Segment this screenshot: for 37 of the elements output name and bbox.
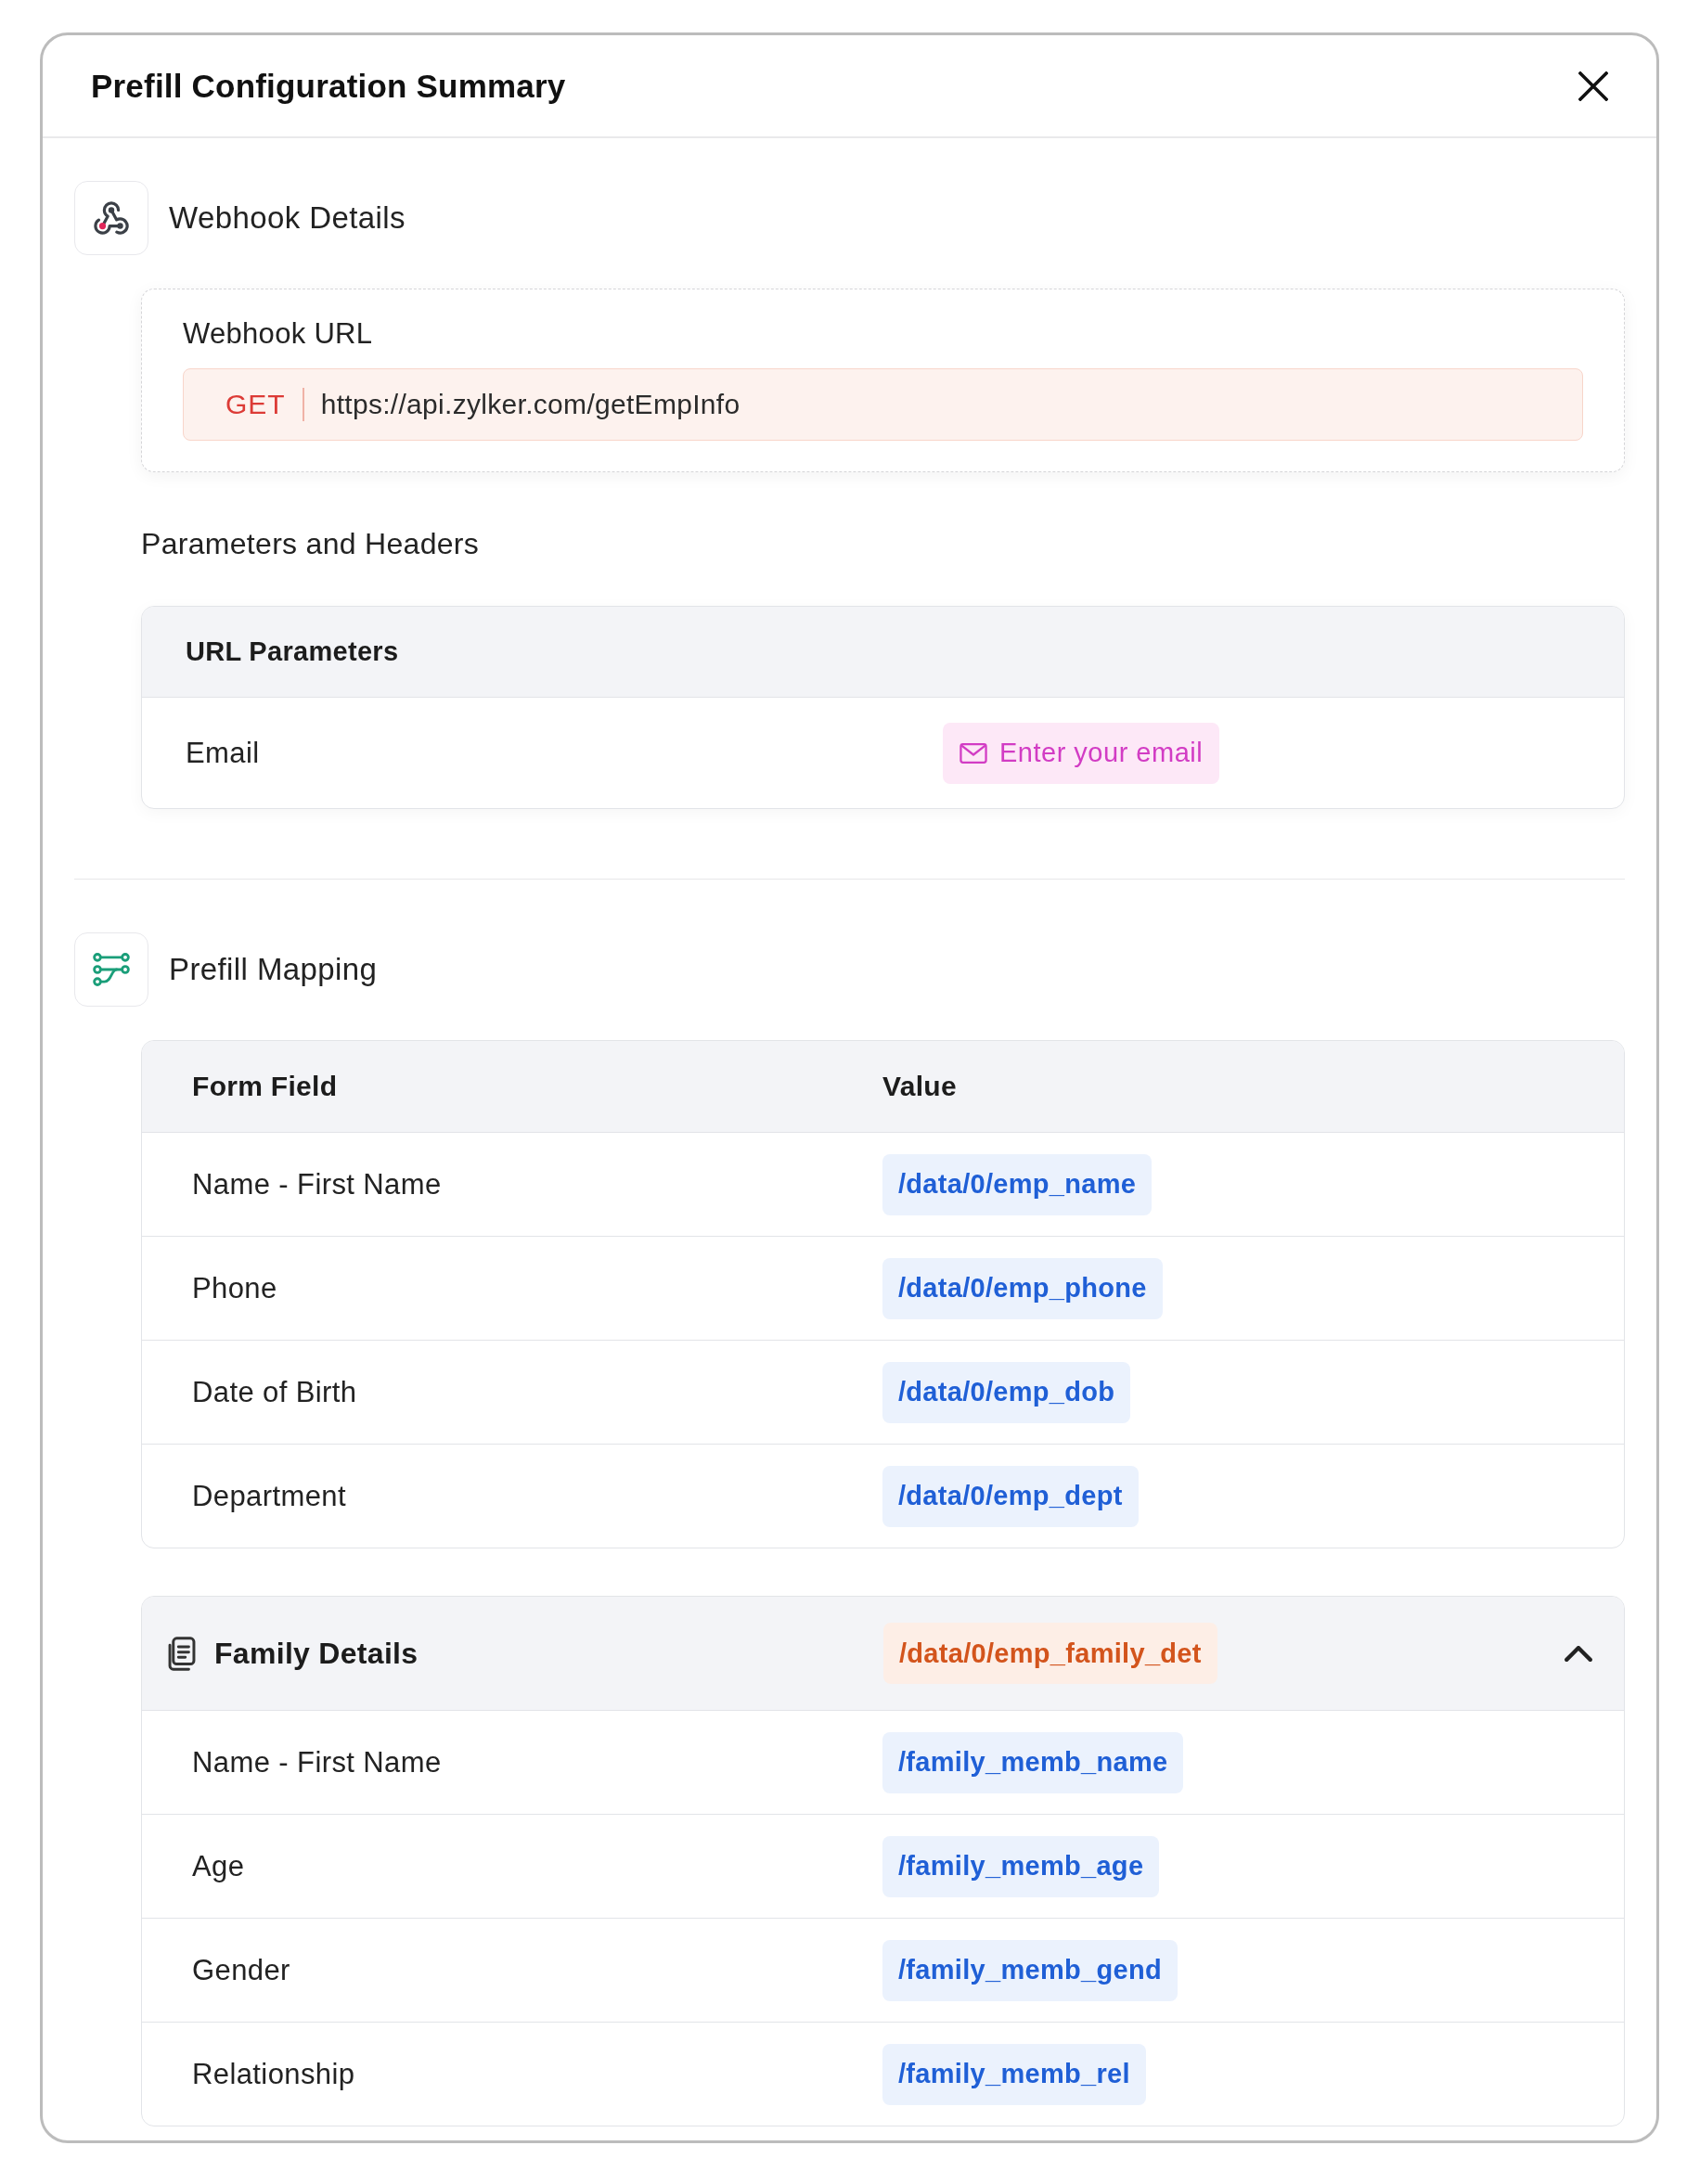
form-field-name: Relationship: [192, 2057, 355, 2091]
dialog-title: Prefill Configuration Summary: [91, 67, 566, 105]
url-text: https://api.zylker.com/getEmpInfo: [320, 389, 741, 420]
connected-nodes-icon: [74, 181, 148, 255]
value-chip: /data/0/emp_name: [882, 1153, 1153, 1215]
form-field-name: Name - First Name: [192, 1167, 442, 1201]
close-icon: [1578, 71, 1608, 101]
column-header: Form Field: [192, 1071, 338, 1102]
value-chip: /family_memb_name: [882, 1731, 1184, 1793]
form-field-name: Phone: [192, 1271, 277, 1305]
mail-icon: [959, 742, 987, 764]
close-button[interactable]: [1578, 71, 1608, 101]
group-title: Family Details: [214, 1636, 419, 1671]
value-chip: /data/0/emp_family_det: [883, 1623, 1217, 1684]
chevron-up-icon[interactable]: [1565, 1645, 1592, 1662]
value-chip: /data/0/emp_phone: [882, 1257, 1163, 1319]
form-field-name: Name - First Name: [192, 1745, 442, 1779]
http-method: GET: [225, 389, 286, 420]
form-field-name: Gender: [192, 1953, 290, 1987]
value-chip: /data/0/emp_dob: [882, 1361, 1131, 1423]
column-header: Value: [882, 1071, 957, 1102]
section-subtitle: Parameters and Headers: [141, 527, 480, 560]
documents-icon: [168, 1636, 196, 1671]
form-field-name: Department: [192, 1479, 346, 1513]
branch-lines-icon: [74, 932, 148, 1007]
value-chip: /family_memb_age: [882, 1835, 1160, 1897]
section-title: Prefill Mapping: [169, 952, 378, 987]
parameter-name: Email: [186, 736, 260, 770]
value-chip: /data/0/emp_dept: [882, 1465, 1139, 1527]
value-chip: /family_memb_rel: [882, 2043, 1146, 2105]
field-label: Webhook URL: [183, 318, 373, 350]
form-field-name: Age: [192, 1849, 245, 1883]
table-title: URL Parameters: [186, 636, 399, 667]
section-title: Webhook Details: [169, 200, 406, 236]
tag-label: Enter your email: [999, 738, 1204, 768]
value-chip: /family_memb_gend: [882, 1939, 1178, 2001]
form-field-name: Date of Birth: [192, 1375, 357, 1409]
